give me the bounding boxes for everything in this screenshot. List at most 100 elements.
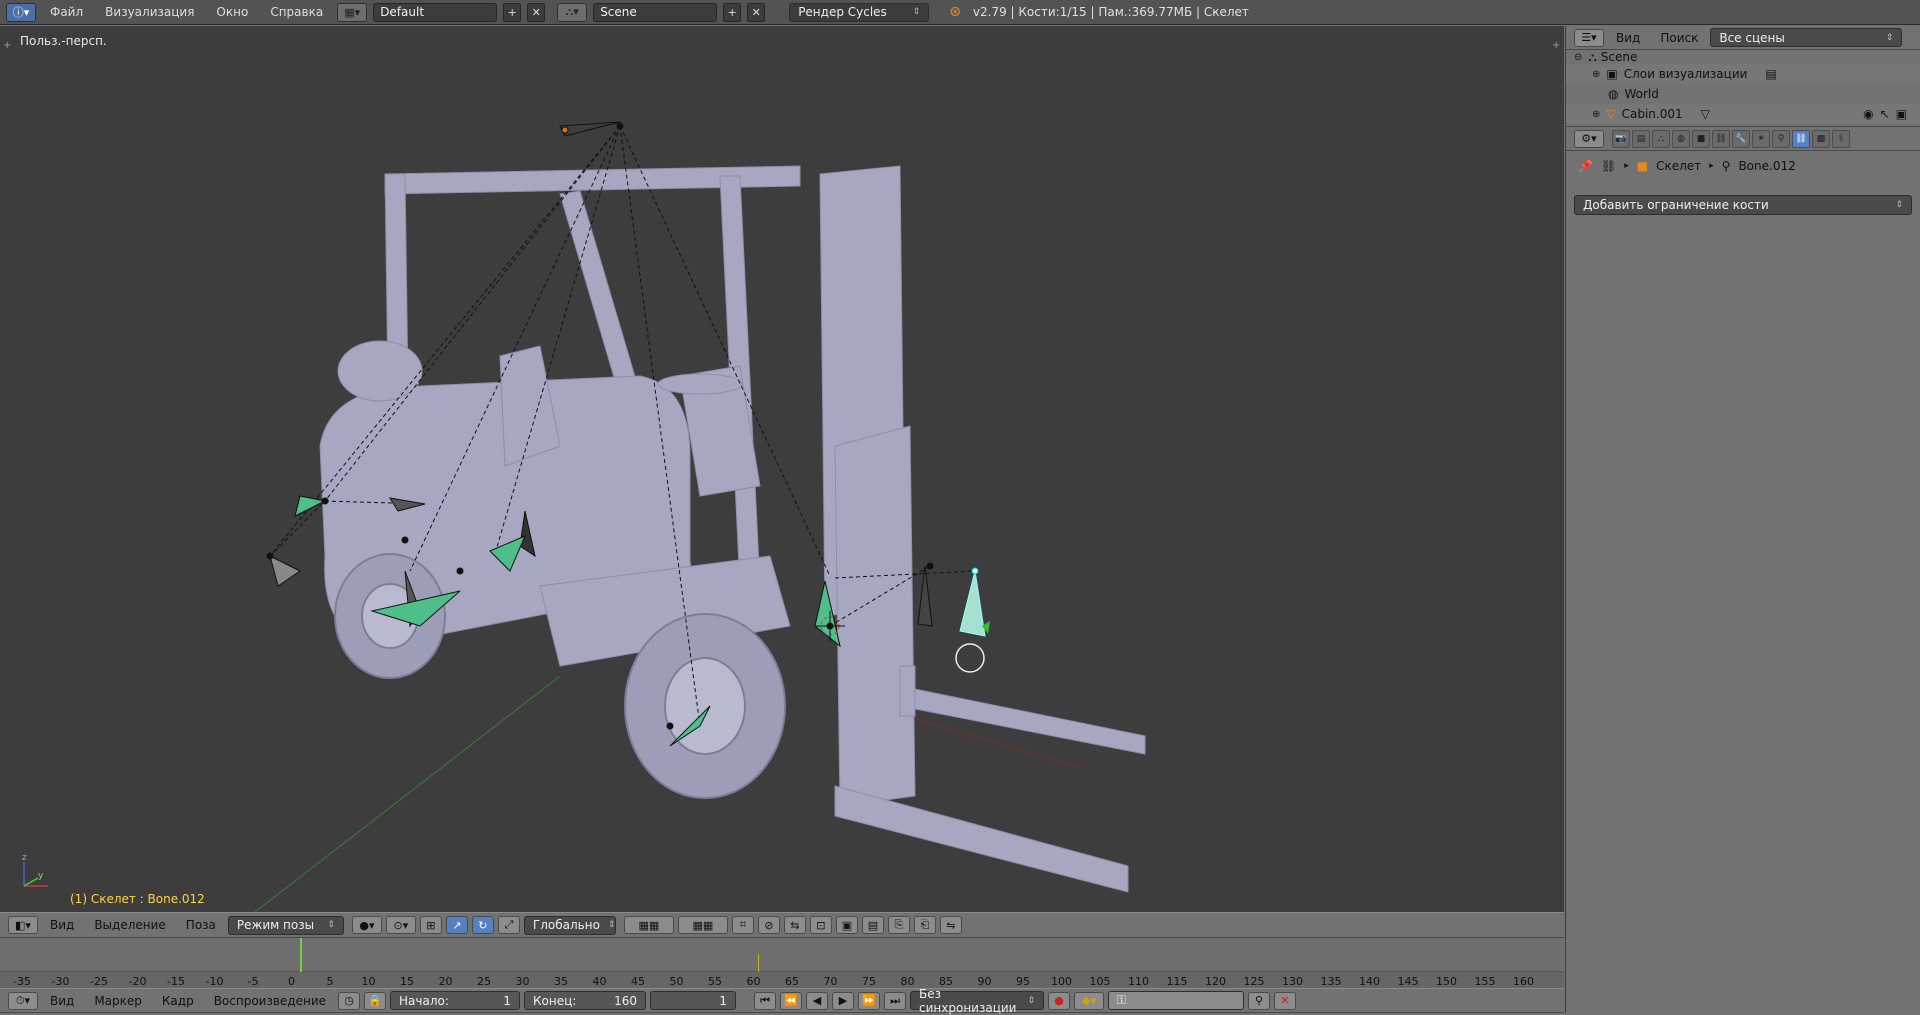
lock-time-icon[interactable]: 🔒 bbox=[364, 991, 387, 1010]
layers-grid-icon[interactable]: ▦▦ bbox=[623, 916, 674, 934]
menu-window[interactable]: Окно bbox=[208, 5, 256, 19]
menu-view[interactable]: Вид bbox=[1608, 31, 1648, 45]
keying-set-field[interactable]: ⚿ bbox=[1108, 991, 1245, 1010]
keying-set-icon[interactable]: ◆▾ bbox=[1074, 991, 1105, 1010]
play-reverse-icon[interactable]: ◀ bbox=[806, 991, 829, 1010]
outliner-label: Scene bbox=[1600, 50, 1638, 64]
sync-label: Без синхронизации bbox=[919, 986, 1017, 1015]
snap-icon[interactable]: ⊡ bbox=[809, 916, 832, 934]
texture-tab-icon[interactable]: ▩ bbox=[1812, 129, 1830, 148]
timeline-tick-label: 35 bbox=[554, 975, 568, 988]
timeline[interactable]: -35 -30 -25 -20 -15 -10 -5 0 5 10 15 20 25 30 35 40 45 50… bbox=[0, 938, 1564, 988]
jump-start-icon[interactable]: ⏮ bbox=[754, 991, 777, 1010]
info-editor-type-button[interactable]: ⓘ▾ bbox=[6, 2, 36, 22]
end-label: Конец: bbox=[533, 993, 577, 1008]
jump-keyframe-forward-icon[interactable]: ⏩ bbox=[858, 991, 881, 1010]
translate-manipulator-icon[interactable]: ↗ bbox=[445, 916, 468, 934]
expand-icon[interactable]: ⊖ bbox=[1574, 52, 1582, 63]
menu-pose[interactable]: Поза bbox=[178, 918, 224, 932]
add-bone-constraint-button[interactable]: Добавить ограничение кости ⇕ bbox=[1574, 195, 1912, 215]
render-anim-icon[interactable]: ▤ bbox=[861, 916, 884, 934]
copy-pose-icon[interactable]: ⎘ bbox=[887, 916, 910, 934]
3d-viewport[interactable]: Польз.-персп. + + z y (1) Скелет: Bone.… bbox=[0, 26, 1564, 912]
menu-frame[interactable]: Кадр bbox=[154, 994, 202, 1008]
layout-browse-button[interactable]: ▦▾ bbox=[337, 2, 368, 22]
bone-tab-icon[interactable]: ⚲ bbox=[1772, 129, 1790, 148]
constraints-tab-icon[interactable]: ⛓ bbox=[1712, 129, 1730, 148]
menu-render[interactable]: Визуализация bbox=[97, 5, 202, 19]
visibility-eye-icon[interactable]: ◉ bbox=[1863, 107, 1873, 121]
menu-marker[interactable]: Маркер bbox=[86, 994, 150, 1008]
preview-range-icon[interactable]: ◷ bbox=[338, 991, 361, 1010]
outliner-item-render-layers[interactable]: ⊕ ▣ Слои визуализации ▤ bbox=[1566, 64, 1920, 84]
render-still-icon[interactable]: ▣ bbox=[835, 916, 858, 934]
renderable-camera-icon[interactable]: ▣ bbox=[1896, 107, 1907, 121]
bone-root bbox=[559, 121, 621, 137]
display-mode-dropdown[interactable]: Все сцены ⇕ bbox=[1710, 28, 1903, 47]
modifiers-tab-icon[interactable]: 🔧 bbox=[1732, 129, 1750, 148]
dropdown-arrow-icon: ⇕ bbox=[1027, 995, 1036, 1006]
scene-remove-icon[interactable]: ✕ bbox=[747, 2, 766, 22]
render-engine-dropdown[interactable]: Рендер Cycles ⇕ bbox=[789, 2, 930, 22]
delete-keyframe-icon[interactable]: ✕ bbox=[1274, 991, 1297, 1010]
pivot-point-button[interactable]: ⊙▾ bbox=[385, 916, 416, 934]
expand-icon[interactable]: ⊕ bbox=[1592, 69, 1600, 80]
menu-view[interactable]: Вид bbox=[42, 994, 82, 1008]
outliner-item-scene[interactable]: ⊖ ⛬ Scene bbox=[1566, 50, 1920, 65]
timeline-tick-label: 25 bbox=[477, 975, 491, 988]
jump-end-icon[interactable]: ⏭ bbox=[884, 991, 907, 1010]
record-icon[interactable]: ● bbox=[1048, 991, 1071, 1010]
interaction-mode-dropdown[interactable]: Режим позы ⇕ bbox=[227, 915, 344, 935]
paste-pose-icon[interactable]: ⎗ bbox=[913, 916, 936, 934]
jump-keyframe-back-icon[interactable]: ⏪ bbox=[780, 991, 803, 1010]
data-tab-icon[interactable]: ✶ bbox=[1752, 129, 1770, 148]
scale-manipulator-icon[interactable]: ⤢ bbox=[497, 916, 520, 934]
start-frame-field[interactable]: Начало: 1 bbox=[390, 991, 521, 1010]
menu-search[interactable]: Поиск bbox=[1652, 31, 1706, 45]
play-icon[interactable]: ▶ bbox=[832, 991, 855, 1010]
expand-icon[interactable]: ⊕ bbox=[1592, 109, 1600, 120]
insert-keyframe-icon[interactable]: ⚲ bbox=[1248, 991, 1271, 1010]
timeline-strip[interactable] bbox=[0, 938, 1564, 972]
menu-select[interactable]: Выделение bbox=[86, 918, 173, 932]
current-frame-field[interactable]: 1 bbox=[650, 991, 737, 1010]
manipulator-toggle-icon[interactable]: ⊞ bbox=[419, 916, 442, 934]
layers-grid-icon[interactable]: ▦▦ bbox=[677, 916, 728, 934]
layout-remove-icon[interactable]: ✕ bbox=[527, 2, 546, 22]
pin-icon[interactable]: 📌 bbox=[1578, 159, 1593, 173]
viewport-shading-button[interactable]: ●▾ bbox=[351, 916, 382, 934]
outliner-item-cabin[interactable]: ⊕ ▽ Cabin.001 ▽ ◉ ↖ ▣ bbox=[1566, 104, 1920, 124]
end-frame-field[interactable]: Конец: 160 bbox=[524, 991, 647, 1010]
auto-ik-icon[interactable]: ⇆ bbox=[783, 916, 806, 934]
world-tab-icon[interactable]: ◍ bbox=[1672, 129, 1690, 148]
layout-name-field[interactable]: Default bbox=[373, 2, 498, 22]
rotate-manipulator-icon[interactable]: ↻ bbox=[471, 916, 494, 934]
bone-constraints-tab-icon[interactable]: ⛓ bbox=[1792, 129, 1810, 148]
lock-layers-icon[interactable]: ⌗ bbox=[731, 916, 754, 934]
editor-type-button[interactable]: ⚙▾ bbox=[1574, 129, 1604, 148]
menu-help[interactable]: Справка bbox=[262, 5, 331, 19]
editor-type-button[interactable]: ◧▾ bbox=[8, 916, 38, 934]
outliner-item-world[interactable]: ◍ World bbox=[1566, 84, 1920, 104]
scene-browse-button[interactable]: ⛬▾ bbox=[557, 2, 588, 22]
pose-lib-icon[interactable]: ⊘ bbox=[757, 916, 780, 934]
physics-tab-icon[interactable]: ⚕ bbox=[1832, 129, 1850, 148]
menu-file[interactable]: Файл bbox=[42, 5, 91, 19]
render-tab-icon[interactable]: 📷 bbox=[1612, 129, 1630, 148]
menu-view[interactable]: Вид bbox=[42, 918, 82, 932]
object-tab-icon[interactable]: ■ bbox=[1692, 129, 1710, 148]
current-frame-line[interactable] bbox=[300, 938, 302, 972]
layout-add-icon[interactable]: + bbox=[503, 2, 522, 22]
paste-flipped-pose-icon[interactable]: ⇋ bbox=[939, 916, 962, 934]
keyframe-marker bbox=[758, 954, 759, 972]
editor-type-button[interactable]: ⏱▾ bbox=[8, 991, 38, 1010]
selectable-arrow-icon[interactable]: ↖ bbox=[1880, 107, 1890, 121]
editor-type-button[interactable]: ☰▾ bbox=[1574, 28, 1604, 47]
scene-tab-icon[interactable]: ⛬ bbox=[1652, 129, 1670, 148]
menu-playback[interactable]: Воспроизведение bbox=[206, 994, 334, 1008]
render-layers-tab-icon[interactable]: ▤ bbox=[1632, 129, 1650, 148]
scene-add-icon[interactable]: + bbox=[723, 2, 742, 22]
transform-orientation-dropdown[interactable]: Глобально ⇕ bbox=[523, 915, 616, 935]
scene-name-field[interactable]: Scene bbox=[593, 2, 718, 22]
sync-mode-dropdown[interactable]: Без синхронизации ⇕ bbox=[910, 987, 1045, 1015]
